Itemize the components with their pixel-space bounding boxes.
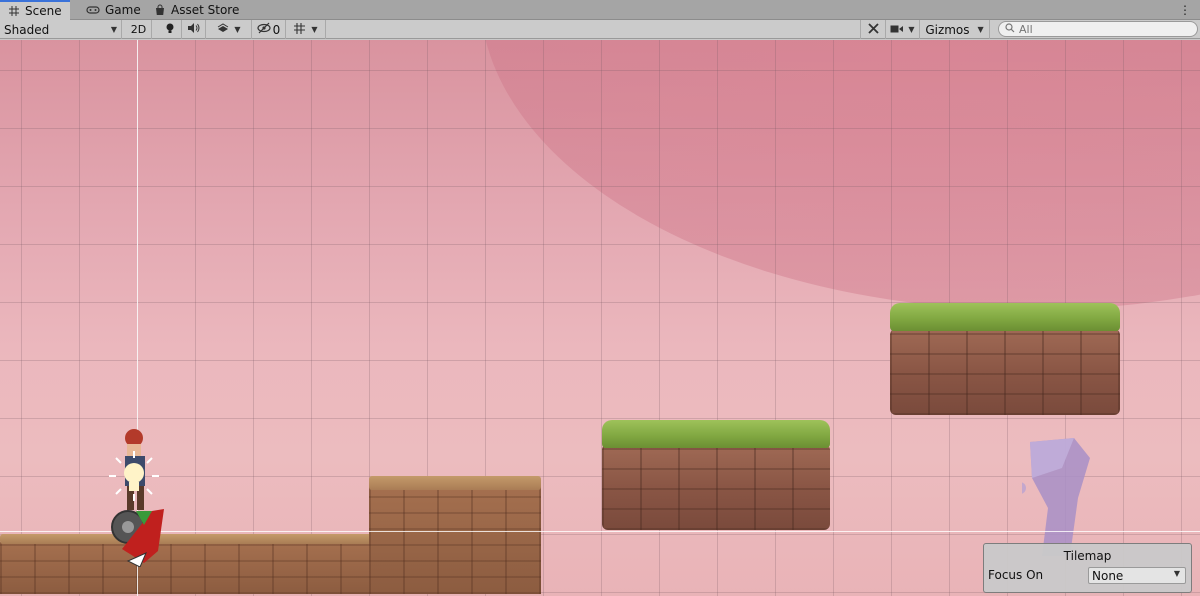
search-input[interactable] — [1019, 22, 1189, 36]
chevron-down-icon: ▼ — [908, 25, 915, 34]
scene-grid-icon — [8, 5, 20, 17]
chevron-down-icon: ▼ — [234, 25, 241, 34]
raised-dirt-block — [369, 476, 541, 594]
focus-on-dropdown[interactable]: None ▼ — [1088, 567, 1186, 584]
effects-icon — [216, 22, 230, 37]
tab-scene[interactable]: Scene — [0, 0, 70, 20]
tab-bar: Scene Game Asset Store ⋮ — [0, 0, 1200, 20]
tab-asset-store-label: Asset Store — [171, 3, 240, 17]
scene-viewport[interactable] — [0, 40, 1200, 596]
purple-crystal — [1014, 438, 1092, 558]
gizmos-label: Gizmos — [925, 22, 970, 37]
lightbulb-icon — [164, 22, 176, 37]
grass-platform-upper — [890, 303, 1120, 415]
toggle-2d-button[interactable]: 2D — [126, 20, 152, 39]
chevron-down-icon: ▼ — [110, 25, 117, 34]
draw-mode-value: Shaded — [4, 22, 50, 37]
tab-scene-label: Scene — [25, 4, 62, 18]
camera-icon — [890, 23, 904, 37]
visibility-icon — [257, 22, 271, 37]
chevron-down-icon: ▼ — [311, 25, 318, 34]
ground-platform — [0, 534, 380, 594]
tilemap-title: Tilemap — [1063, 549, 1112, 563]
gizmos-dropdown[interactable]: Gizmos ▼ — [920, 20, 990, 39]
tab-game[interactable]: Game — [78, 0, 149, 20]
camera-settings-dropdown[interactable]: ▼ — [886, 20, 920, 39]
grid-snap-dropdown[interactable]: ▼ — [286, 20, 326, 39]
lighting-toggle-button[interactable] — [158, 20, 182, 39]
tab-asset-store[interactable]: Asset Store — [146, 0, 247, 20]
speaker-icon — [187, 22, 201, 37]
toggle-2d-label: 2D — [130, 23, 147, 36]
scene-axis-horizontal — [0, 531, 1200, 532]
tools-button[interactable] — [860, 20, 886, 39]
light-gizmo-icon[interactable] — [107, 449, 161, 503]
chevron-down-icon: ▼ — [1173, 569, 1180, 578]
transform-gizmo-icon[interactable] — [106, 505, 166, 568]
chevron-down-icon: ▼ — [977, 25, 984, 34]
focus-on-value: None — [1092, 568, 1124, 583]
focus-on-label: Focus On — [988, 568, 1044, 582]
scene-toolbar: Shaded ▼ 2D ▼ 0 ▼ ▼ Gizmos ▼ All — [0, 20, 1200, 39]
tilemap-overlay-panel: Tilemap Focus On None ▼ — [983, 543, 1192, 593]
scene-search-field[interactable] — [998, 21, 1198, 37]
audio-toggle-button[interactable] — [182, 20, 206, 39]
search-icon — [1005, 22, 1015, 36]
grid-snap-icon — [293, 22, 307, 38]
shopping-bag-icon — [154, 4, 166, 16]
tools-icon — [867, 22, 880, 38]
grass-platform-middle — [602, 420, 830, 530]
hidden-count: 0 — [272, 22, 281, 37]
effects-dropdown[interactable]: ▼ — [206, 20, 252, 39]
more-options-icon[interactable]: ⋮ — [1179, 3, 1191, 17]
tab-game-label: Game — [105, 3, 141, 17]
draw-mode-dropdown[interactable]: Shaded ▼ — [0, 20, 122, 39]
hidden-objects-toggle[interactable]: 0 — [252, 20, 286, 39]
game-controller-icon — [86, 4, 100, 16]
